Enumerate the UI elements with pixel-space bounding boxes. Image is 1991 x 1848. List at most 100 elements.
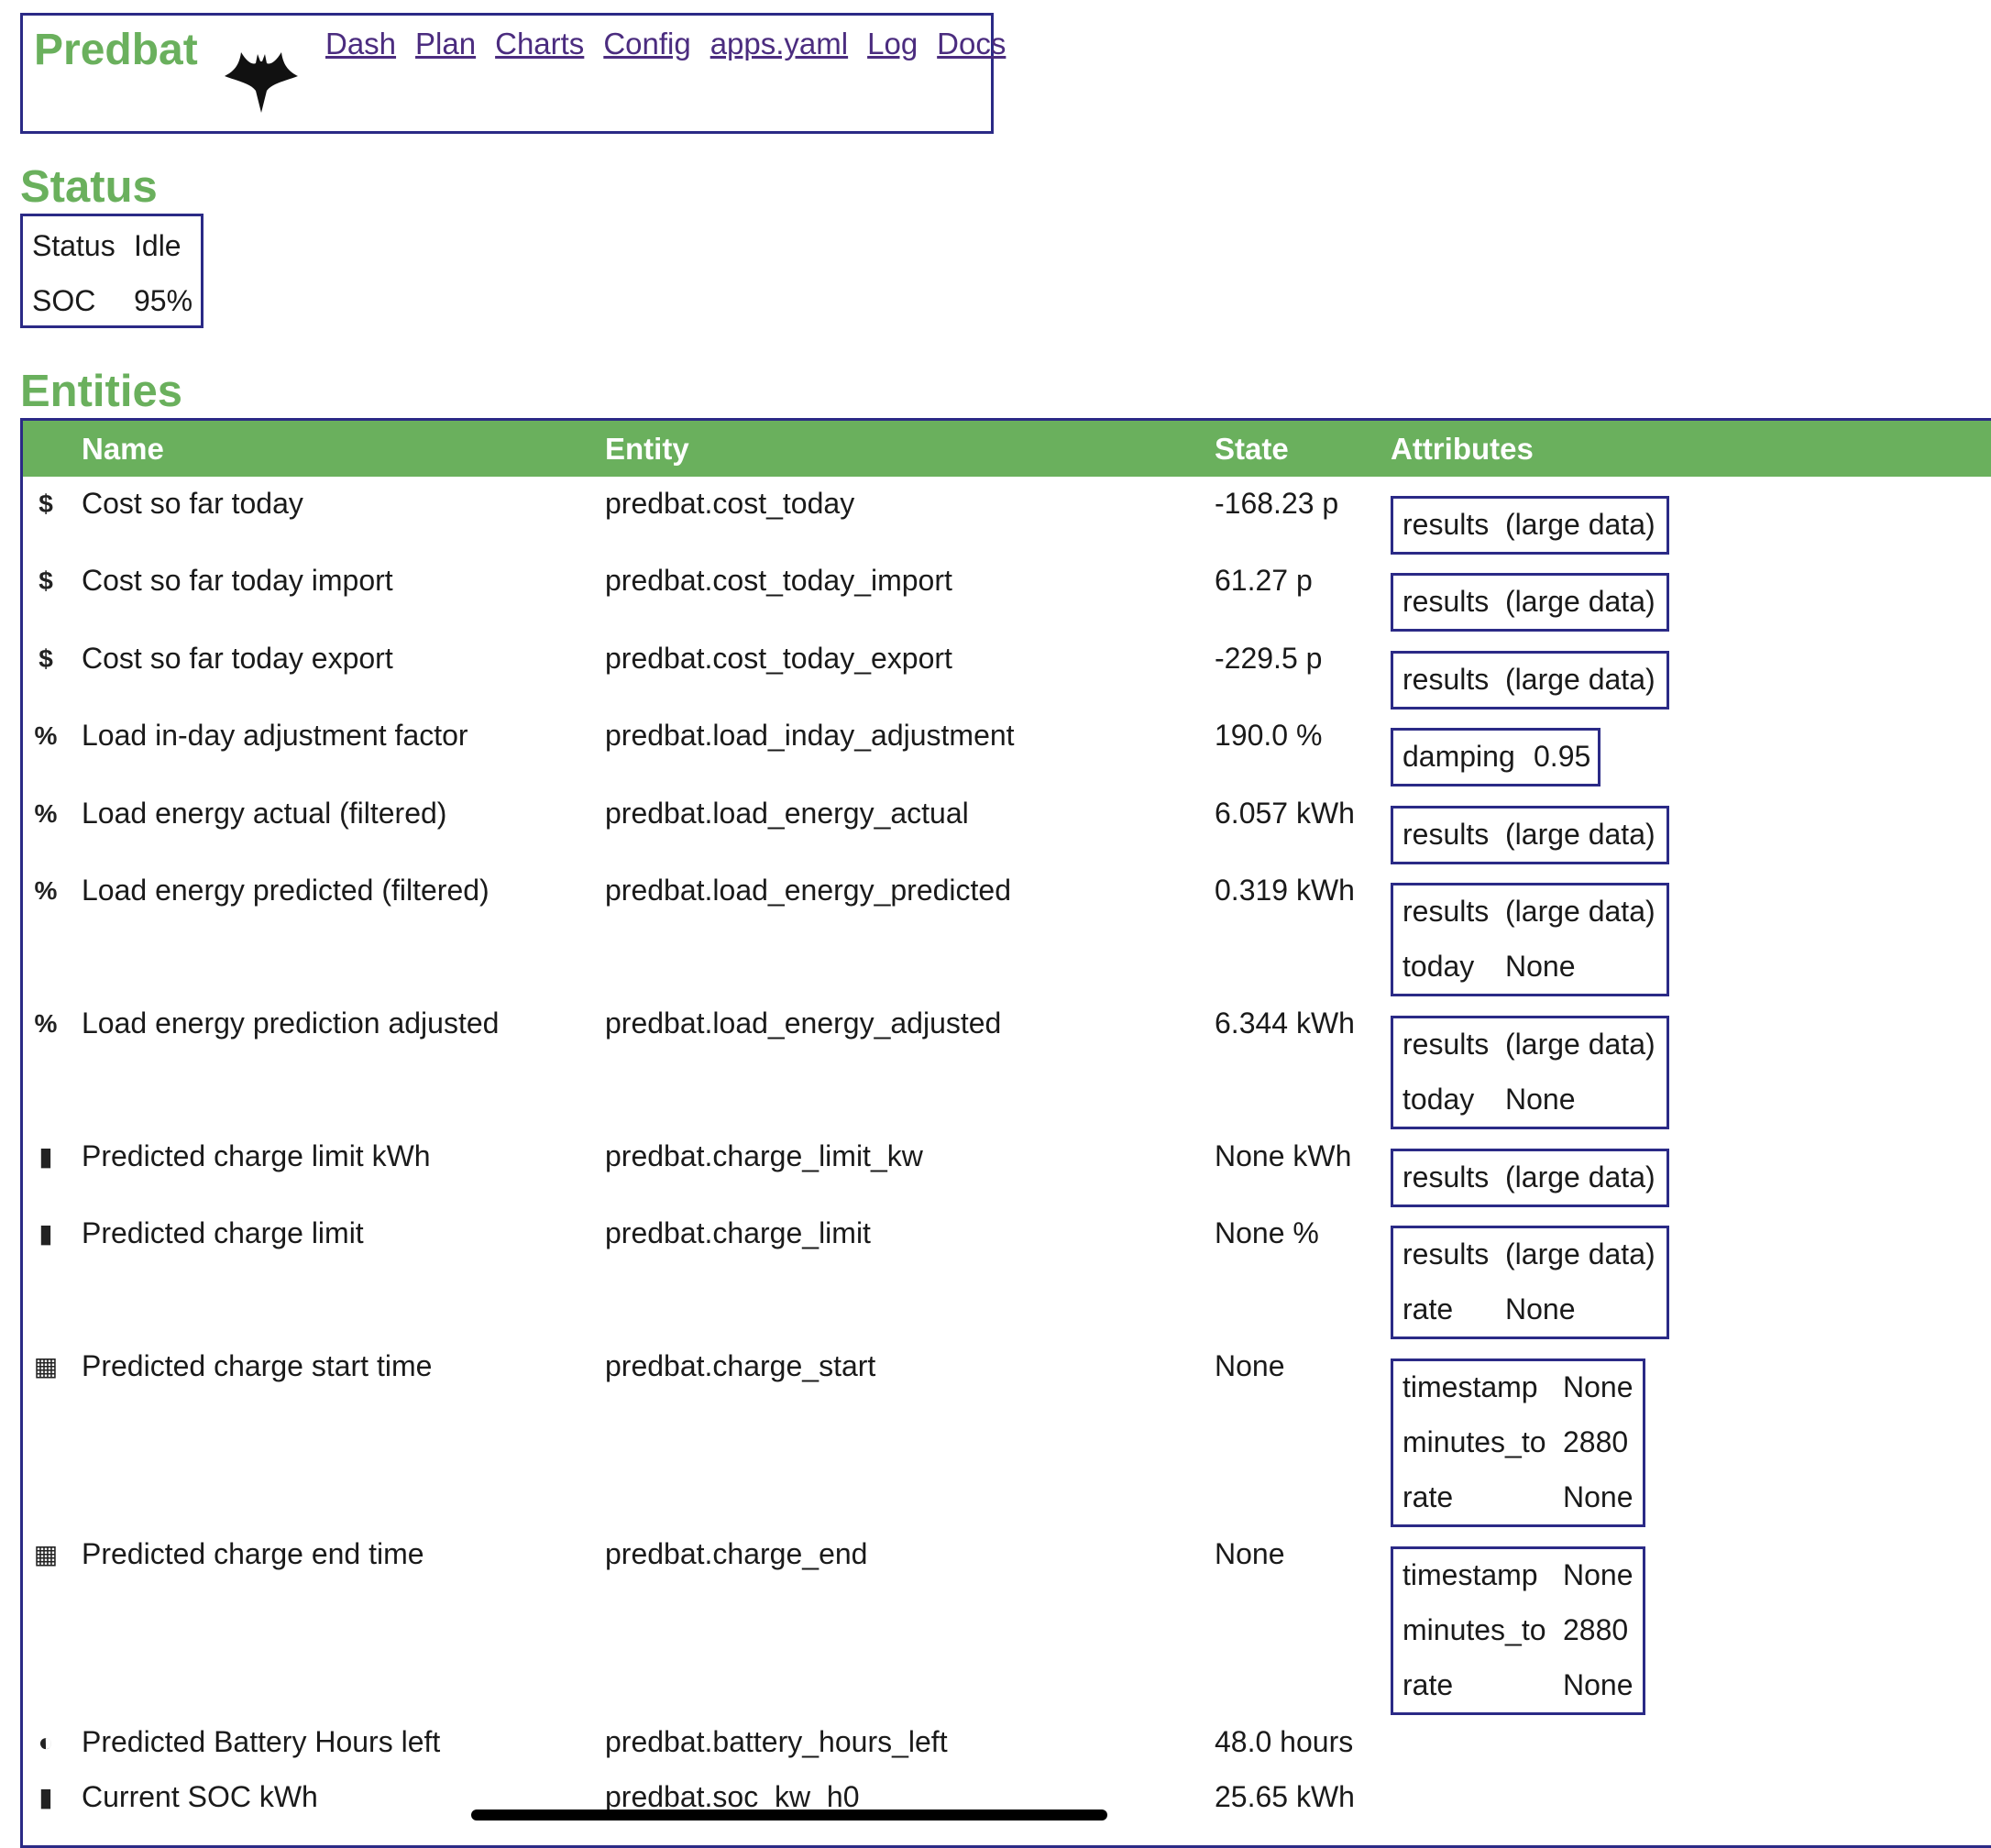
soc-value: 95%: [134, 284, 193, 317]
calendar-clock-icon: ▦: [33, 1352, 59, 1380]
attribute-key: results: [1402, 508, 1490, 541]
attribute-value: (large data): [1505, 895, 1656, 928]
attribute-value: None: [1505, 950, 1576, 983]
attribute-key: results: [1402, 663, 1490, 696]
entity-state: None: [1215, 1349, 1285, 1382]
entity-entity: predbat.charge_limit: [605, 1216, 871, 1249]
battery-charging-icon: ▮: [38, 1219, 53, 1248]
attribute-key: results: [1402, 818, 1490, 851]
entity-name: Cost so far today export: [82, 642, 393, 675]
entity-state: None: [1215, 1537, 1285, 1570]
entity-state: None kWh: [1215, 1139, 1352, 1172]
attributes-table: results (large data) today None: [1391, 883, 1669, 996]
attributes-table: results (large data): [1391, 573, 1669, 632]
attribute-key: minutes_to: [1402, 1425, 1546, 1458]
dollar-icon: $: [38, 490, 53, 518]
attribute-key: minutes_to: [1402, 1613, 1546, 1646]
entity-state: -168.23 p: [1215, 487, 1339, 520]
attribute-value: None: [1563, 1370, 1634, 1403]
entity-state: 25.65 kWh: [1215, 1780, 1355, 1813]
attribute-value: (large data): [1505, 818, 1656, 851]
top-nav: Dash Plan Charts Config apps.yaml Log Do…: [325, 27, 1025, 61]
entity-state: 48.0 hours: [1215, 1725, 1354, 1758]
entity-state: -229.5 p: [1215, 642, 1323, 675]
percent-icon: %: [34, 799, 58, 828]
brand-title: Predbat: [34, 26, 198, 74]
attributes-table: results (large data): [1391, 806, 1669, 864]
dollar-icon: $: [38, 644, 53, 673]
attribute-value: 2880: [1563, 1613, 1629, 1646]
entity-entity: predbat.load_energy_actual: [605, 797, 969, 830]
attribute-key: rate: [1402, 1480, 1454, 1513]
entity-state: 0.319 kWh: [1215, 874, 1355, 907]
header: Predbat Dash Plan Charts Config apps.yam…: [20, 13, 1006, 134]
entity-name: Load energy actual (filtered): [82, 797, 447, 830]
attribute-value: (large data): [1505, 663, 1656, 696]
nav-link-apps-yaml[interactable]: apps.yaml: [710, 27, 848, 61]
status-key: Status: [32, 229, 116, 262]
entity-name: Predicted charge start time: [82, 1349, 433, 1382]
attribute-key: results: [1402, 1028, 1490, 1061]
attribute-key: timestamp: [1402, 1558, 1538, 1591]
entity-name: Load energy prediction adjusted: [82, 1006, 500, 1040]
entity-entity: predbat.charge_limit_kw: [605, 1139, 923, 1172]
entity-entity: predbat.cost_today_import: [605, 564, 952, 597]
attributes-table: timestamp None minutes_to 2880 rate None: [1391, 1358, 1645, 1527]
attribute-value: (large data): [1505, 508, 1656, 541]
entity-entity: predbat.charge_end: [605, 1537, 868, 1570]
table-header: Name Entity State Attributes: [23, 421, 1991, 477]
attribute-value: (large data): [1505, 1238, 1656, 1270]
battery-icon: ▮: [38, 1783, 53, 1811]
nav-link-log[interactable]: Log: [867, 27, 918, 61]
entity-name: Cost so far today import: [82, 564, 393, 597]
entities-table: Name Entity State Attributes $ Cost so fa…: [20, 418, 1991, 1848]
column-header-attributes: Attributes: [1391, 432, 1534, 466]
soc-key: SOC: [32, 284, 96, 317]
entity-entity: predbat.load_energy_predicted: [605, 874, 1011, 907]
attribute-value: 0.95: [1534, 740, 1591, 773]
entity-state: 6.344 kWh: [1215, 1006, 1355, 1040]
entity-entity: predbat.cost_today: [605, 487, 855, 520]
attribute-key: damping: [1402, 740, 1515, 773]
column-header-entity: Entity: [605, 432, 689, 466]
nav-link-config[interactable]: Config: [603, 27, 690, 61]
attribute-value: None: [1505, 1292, 1576, 1326]
entity-name: Predicted charge end time: [82, 1537, 424, 1570]
entity-name: Predicted charge limit: [82, 1216, 364, 1249]
timelapse-icon: ◐: [38, 1728, 54, 1756]
attributes-table: results (large data): [1391, 1149, 1669, 1207]
entity-name: Cost so far today: [82, 487, 303, 520]
nav-link-docs[interactable]: Docs: [937, 27, 1006, 61]
entity-name: Predicted Battery Hours left: [82, 1725, 441, 1758]
dollar-icon: $: [38, 566, 53, 595]
nav-link-dash[interactable]: Dash: [325, 27, 396, 61]
home-indicator: [471, 1810, 1107, 1820]
attribute-key: timestamp: [1402, 1370, 1538, 1403]
calendar-clock-icon: ▦: [33, 1540, 59, 1568]
entity-state: 190.0 %: [1215, 719, 1323, 752]
entity-state: None %: [1215, 1216, 1319, 1249]
entity-state: 6.057 kWh: [1215, 797, 1355, 830]
percent-icon: %: [34, 1009, 58, 1038]
entity-entity: predbat.charge_start: [605, 1349, 876, 1382]
percent-icon: %: [34, 721, 58, 750]
attribute-value: (large data): [1505, 1028, 1656, 1061]
entity-name: Load energy predicted (filtered): [82, 874, 490, 907]
attributes-table: timestamp None minutes_to 2880 rate None: [1391, 1546, 1645, 1715]
attribute-key: rate: [1402, 1668, 1454, 1701]
status-heading: Status: [20, 162, 158, 212]
nav-link-plan[interactable]: Plan: [415, 27, 476, 61]
entities-heading: Entities: [20, 367, 182, 416]
attribute-key: today: [1402, 950, 1475, 983]
attributes-table: results (large data) rate None: [1391, 1226, 1669, 1339]
entity-entity: predbat.battery_hours_left: [605, 1725, 948, 1758]
attribute-key: today: [1402, 1083, 1475, 1116]
battery-charging-icon: ▮: [38, 1142, 53, 1171]
nav-link-charts[interactable]: Charts: [495, 27, 584, 61]
entity-name: Predicted charge limit kWh: [82, 1139, 431, 1172]
entity-state: 61.27 p: [1215, 564, 1313, 597]
attribute-value: None: [1505, 1083, 1576, 1116]
attribute-key: results: [1402, 895, 1490, 928]
entity-entity: predbat.load_energy_adjusted: [605, 1006, 1002, 1040]
column-header-name: Name: [82, 432, 164, 466]
